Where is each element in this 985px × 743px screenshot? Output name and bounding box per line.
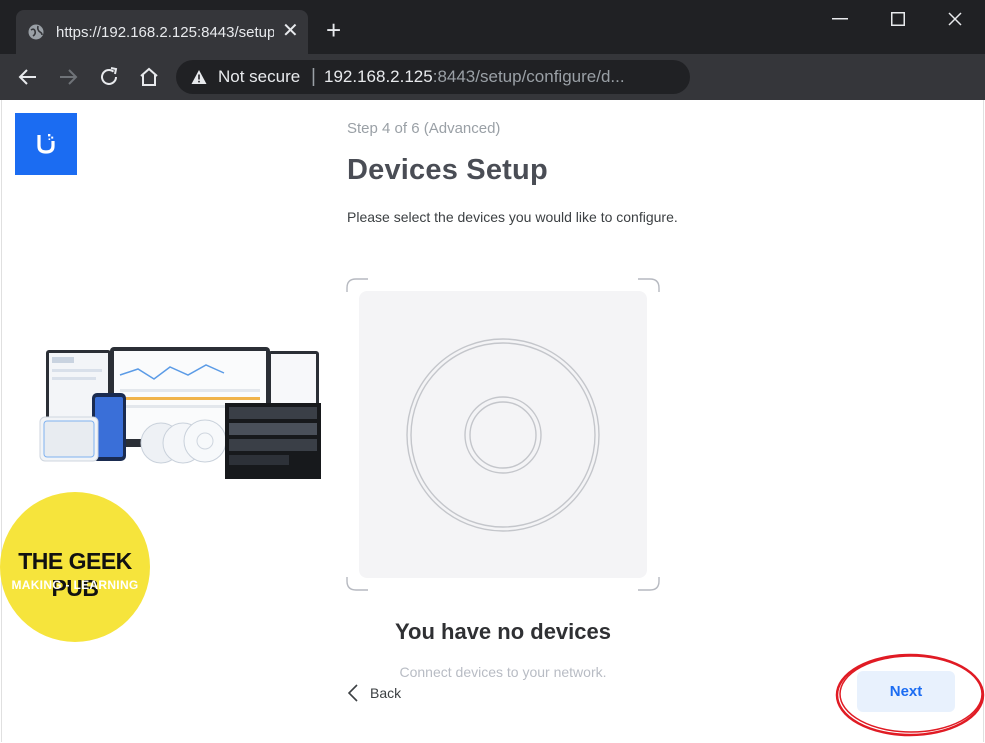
geek-pub-watermark: THE GEEK PUB MAKING - LEARNING [0,492,150,642]
address-path: :8443/setup/configure/d... [432,67,625,86]
watermark-title: THE GEEK PUB [18,548,132,601]
close-icon[interactable]: ✕ [282,21,299,41]
reload-icon[interactable] [97,65,121,89]
back-arrow-icon[interactable] [16,65,40,89]
browser-chrome: https://192.168.2.125:8443/setup ✕ + Not… [0,0,985,100]
unifi-u-icon [37,134,55,154]
forward-arrow-icon[interactable] [56,65,80,89]
security-label: Not secure [218,67,301,86]
page-title: Devices Setup [347,154,548,186]
globe-icon [28,24,44,40]
back-button[interactable]: Back [348,682,401,704]
watermark-tagline: MAKING - LEARNING [11,578,139,592]
address-separator: | [311,66,316,87]
plus-icon[interactable]: + [326,17,341,43]
back-button-label: Back [370,685,402,701]
access-point-icon [406,338,600,532]
device-placeholder [359,291,647,578]
step-indicator: Step 4 of 6 (Advanced) [347,120,501,137]
maximize-icon[interactable] [891,12,905,26]
page-subtitle: Please select the devices you would like… [347,209,678,225]
minimize-icon[interactable] [832,18,848,20]
setup-page: Step 4 of 6 (Advanced) Devices Setup Ple… [1,100,985,742]
ubiquiti-devices-illustration [39,347,321,479]
address-url: 192.168.2.125:8443/setup/configure/d... [324,67,625,87]
address-host: 192.168.2.125 [324,67,433,86]
unifi-logo [15,113,77,175]
address-bar[interactable]: Not secure | 192.168.2.125:8443/setup/co… [176,60,690,94]
browser-tab[interactable]: https://192.168.2.125:8443/setup ✕ [16,10,308,54]
tab-title: https://192.168.2.125:8443/setup [56,24,274,41]
browser-toolbar: Not secure | 192.168.2.125:8443/setup/co… [0,54,985,100]
warning-icon[interactable] [191,69,207,85]
window-close-icon[interactable] [948,12,962,26]
next-button[interactable]: Next [857,671,955,712]
home-icon[interactable] [137,65,161,89]
empty-state-subtitle: Connect devices to your network. [399,664,607,680]
chevron-left-icon [348,684,358,702]
empty-state-title: You have no devices [394,619,611,644]
